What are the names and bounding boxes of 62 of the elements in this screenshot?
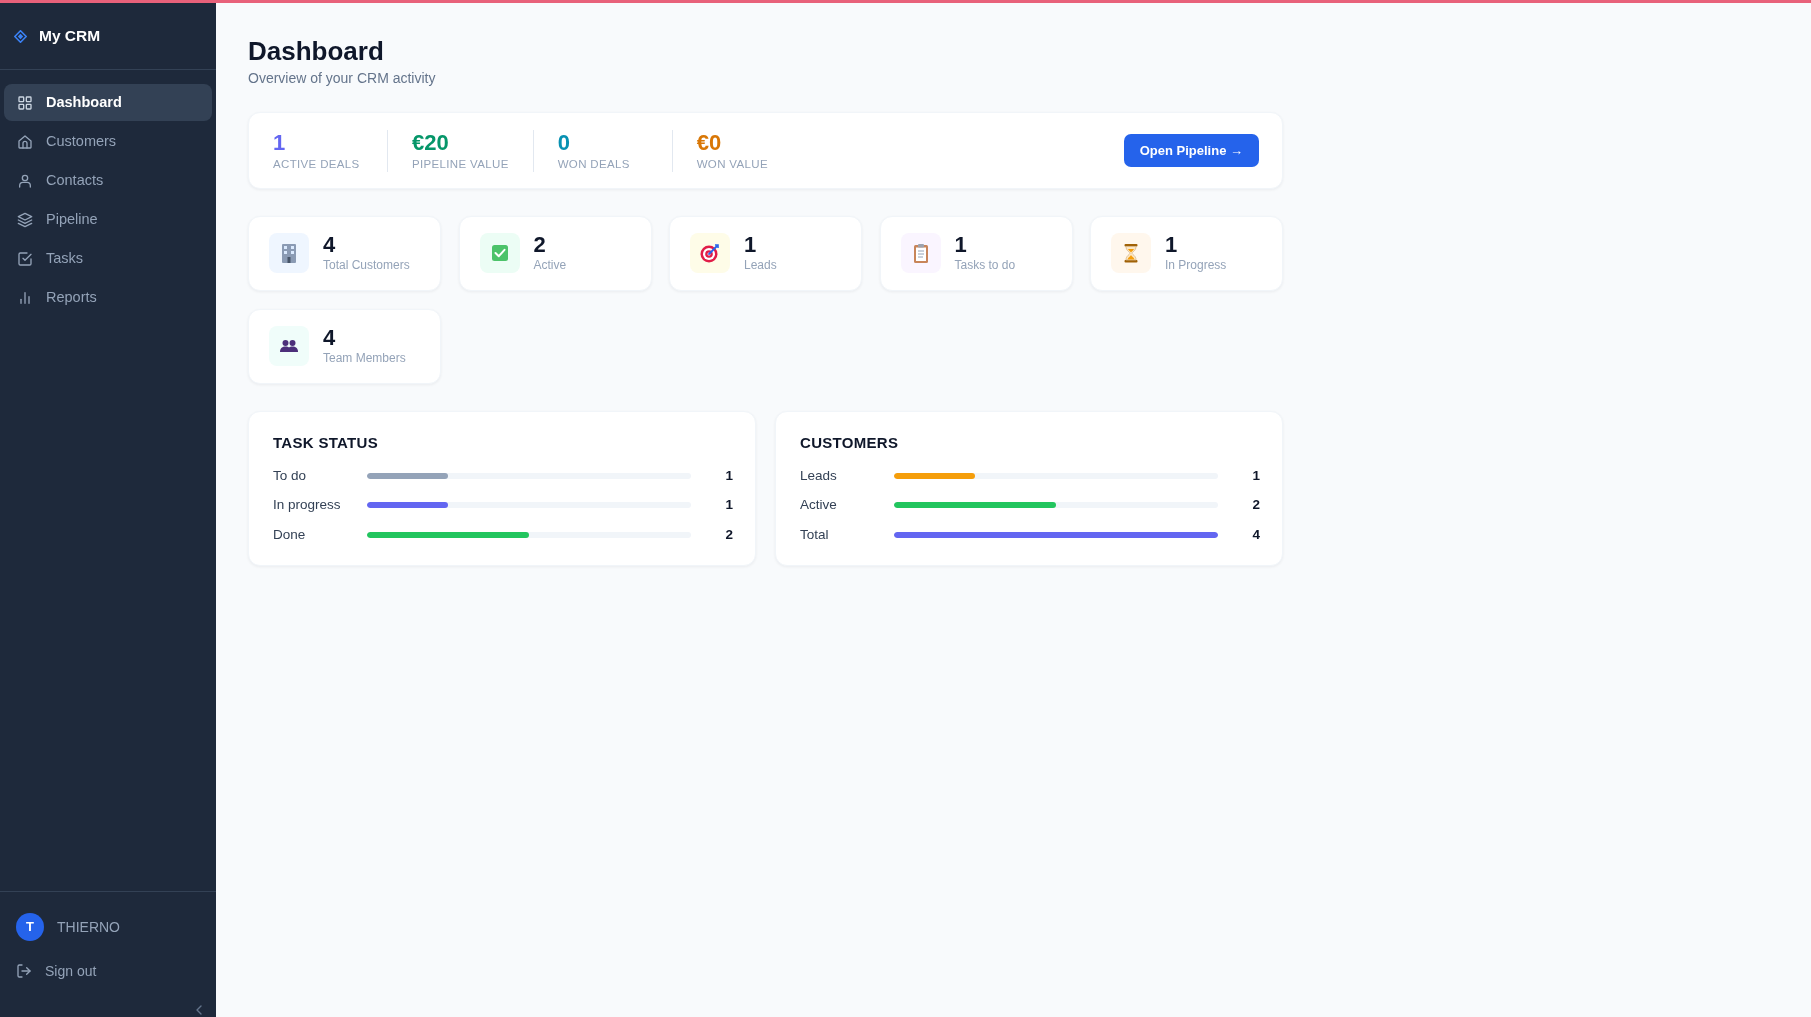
- row-count: 2: [1252, 496, 1260, 514]
- card-label: Team Members: [323, 350, 406, 367]
- card-value: 1: [744, 233, 757, 258]
- stat-value: 1: [273, 129, 286, 156]
- nav-item[interactable]: Customers: [4, 123, 212, 160]
- people-icon: [269, 326, 309, 367]
- layers-icon: [17, 211, 33, 228]
- card-value: 2: [533, 233, 546, 258]
- building-icon: [269, 233, 309, 274]
- stat-label: PIPELINE VALUE: [412, 156, 509, 172]
- row-label: Done: [273, 525, 306, 544]
- nav-item[interactable]: Contacts: [4, 162, 212, 199]
- page-title: Dashboard: [248, 35, 384, 67]
- hourglass-icon: [1111, 233, 1151, 274]
- stat-value: 0: [557, 129, 570, 156]
- bar-chart-icon: [17, 289, 33, 306]
- page-subtitle: Overview of your CRM activity: [248, 69, 436, 88]
- row-label: Active: [800, 496, 837, 514]
- nav-item[interactable]: Pipeline: [4, 201, 212, 238]
- target-icon: [690, 233, 730, 274]
- brand-name: My CRM: [39, 26, 101, 46]
- nav-item[interactable]: Dashboard: [4, 84, 212, 121]
- sign-out-icon: [16, 963, 32, 979]
- chevron-left-icon[interactable]: [196, 1005, 202, 1015]
- row-count: 2: [725, 525, 733, 544]
- card-value: 4: [323, 326, 336, 351]
- card-label: Active: [533, 257, 567, 274]
- card-value: 1: [1165, 233, 1178, 258]
- card-value: 4: [323, 233, 336, 258]
- stat-label: ACTIVE DEALS: [273, 156, 360, 172]
- row-label: In progress: [273, 496, 341, 514]
- card-label: Total Customers: [323, 257, 410, 274]
- user-icon: [17, 172, 33, 189]
- card-label: Leads: [744, 257, 777, 274]
- row-count: 1: [725, 496, 733, 514]
- card-label: In Progress: [1165, 257, 1227, 274]
- nav-item[interactable]: Reports: [4, 279, 212, 316]
- checkbox-icon: [479, 233, 520, 274]
- home-icon: [17, 133, 33, 150]
- open-pipeline-button[interactable]: Open Pipeline →: [1123, 134, 1259, 167]
- sign-out-button[interactable]: Sign out: [12, 960, 101, 982]
- user-avatar: T: [16, 913, 44, 941]
- row-count: 4: [1252, 525, 1260, 544]
- row-label: To do: [273, 466, 307, 485]
- stat-label: WON VALUE: [696, 156, 768, 172]
- grid-icon: [17, 94, 33, 111]
- panel-title: TASK STATUS: [273, 432, 378, 453]
- diamond-logo-icon: [14, 29, 27, 43]
- card-value: 1: [954, 233, 967, 258]
- checkbox-icon: [17, 250, 33, 267]
- card-label: Tasks to do: [954, 257, 1016, 274]
- row-label: Leads: [800, 466, 837, 485]
- stat-value: €0: [696, 129, 722, 156]
- stat-label: WON DEALS: [557, 156, 630, 172]
- row-count: 1: [1252, 466, 1260, 485]
- clipboard-icon: [900, 233, 941, 274]
- panel-title: CUSTOMERS: [800, 432, 899, 453]
- nav-item[interactable]: Tasks: [4, 240, 212, 277]
- stat-value: €20: [412, 129, 449, 156]
- row-count: 1: [725, 466, 733, 485]
- user-name: THIERNO: [57, 918, 120, 937]
- row-label: Total: [800, 525, 829, 544]
